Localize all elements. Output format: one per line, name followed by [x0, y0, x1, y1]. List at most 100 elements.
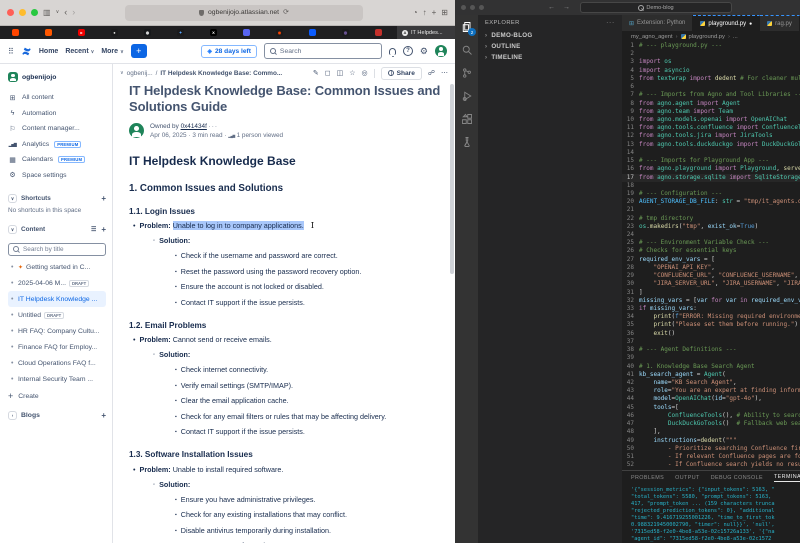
code-line[interactable]: 23 os.makedirs("tmp", exist_ok=True) [622, 223, 800, 231]
sidebar-item-automation[interactable]: ϟ Automation [8, 106, 106, 122]
code-line[interactable]: 37 [622, 338, 800, 346]
back-icon[interactable]: ‹ [64, 8, 67, 17]
content-section-header[interactable]: ∨ Content ☰ + [8, 223, 106, 236]
app-switcher-icon[interactable]: ⠿ [8, 47, 14, 56]
pinned-tab-favicon[interactable]: ✦ [177, 29, 184, 36]
search-icon[interactable] [460, 43, 473, 56]
panel-tab-output[interactable]: OUTPUT [675, 475, 700, 481]
help-icon[interactable]: ? [402, 46, 413, 56]
share-button[interactable]: Share [380, 66, 422, 80]
code-line[interactable]: 19 # --- Configuration --- [622, 190, 800, 198]
watch-icon[interactable]: ◎ [361, 69, 367, 77]
editor-breadcrumb[interactable]: my_agno_agent › playground.py › ... [622, 31, 800, 42]
code-line[interactable]: 20 AGENT_STORAGE_DB_FILE: str = "tmp/it_a… [622, 198, 800, 206]
sidebar-search-input[interactable]: Search by title [8, 243, 106, 256]
code-line[interactable]: 46 ConfluenceTools(), # Ability to searc… [622, 412, 800, 420]
sidebar-item-analytics[interactable]: ▂▅▇ Analytics PREMIUM [8, 137, 106, 153]
run-debug-icon[interactable] [460, 89, 473, 102]
editor-tab-playground-py[interactable]: playground.py ● [693, 15, 761, 31]
pinned-tab-favicon[interactable]: ◉ [276, 29, 283, 36]
code-line[interactable]: 44 model=OpenAIChat(id="gpt-4o"), [622, 395, 800, 403]
code-line[interactable]: 12 from agno.tools.jira import JiraTools [622, 132, 800, 140]
page-tree-item[interactable]: • Finance FAQ for Employ... [8, 339, 106, 355]
code-line[interactable]: 8 from agno.agent import Agent [622, 100, 800, 108]
explorer-more-icon[interactable]: ··· [606, 20, 615, 26]
sidebar-toggle-icon[interactable]: ▥ [43, 8, 51, 17]
problem-value[interactable]: Unable to log in to company applications… [172, 221, 304, 231]
code-line[interactable]: 39 [622, 354, 800, 362]
collapse-chevron-icon[interactable]: ∨ [120, 70, 124, 76]
add-content-icon[interactable]: + [101, 225, 106, 234]
code-line[interactable]: 48 ], [622, 428, 800, 436]
comment-icon[interactable]: ◻ [325, 69, 331, 77]
code-line[interactable]: 5 from textwrap import dedent # For clean… [622, 75, 800, 83]
page-tree-item[interactable]: • Cloud Operations FAQ f... [8, 355, 106, 371]
code-line[interactable]: 40 # 1. Knowledge Base Search Agent [622, 363, 800, 371]
panel-tab-terminal[interactable]: TERMINAL [773, 474, 800, 482]
view-count[interactable]: 1 person viewed [237, 132, 284, 139]
code-line[interactable]: 42 name="KB Search Agent", [622, 379, 800, 387]
pinned-tab-favicon[interactable]: ◍ [144, 29, 151, 36]
pinned-tab-favicon[interactable] [243, 29, 250, 36]
code-line[interactable]: 32 missing_vars = [var for var in require… [622, 297, 800, 305]
code-line[interactable]: 1 # --- playground.py --- [622, 42, 800, 50]
new-tab-icon[interactable]: + [432, 8, 437, 17]
pinned-tab-favicon[interactable]: X [210, 29, 217, 36]
code-line[interactable]: 38 # --- Agent Definitions --- [622, 346, 800, 354]
code-line[interactable]: 11 from agno.tools.confluence import Conf… [622, 124, 800, 132]
code-line[interactable]: 17 from agno.storage.sqlite import Sqlite… [622, 173, 800, 182]
sidebar-item-space-settings[interactable]: ⚙ Space settings [8, 168, 106, 184]
minimize-window-button[interactable] [19, 9, 26, 16]
create-button[interactable]: + [130, 44, 147, 58]
blogs-row[interactable]: › Blogs + [8, 407, 106, 423]
more-actions-icon[interactable]: ⋯ [441, 69, 448, 77]
sidebar-item-content-manager[interactable]: ⚐ Content manager... [8, 121, 106, 137]
tab-overview-icon[interactable]: ⊞ [441, 8, 448, 17]
notifications-icon[interactable] [388, 47, 396, 57]
minimize-window-button[interactable] [470, 5, 475, 10]
chevron-down-icon[interactable]: ∨ [8, 225, 17, 234]
page-tree-item[interactable]: • HR FAQ: Company Cultu... [8, 323, 106, 339]
forward-icon[interactable]: › [72, 8, 75, 17]
extensions-icon[interactable] [460, 112, 473, 125]
code-line[interactable]: 2 [622, 50, 800, 58]
filter-icon[interactable]: ☰ [91, 226, 96, 233]
page-tree-item[interactable]: • 2025-04-06 M... DRAFT [8, 275, 106, 291]
code-line[interactable]: 27 required_env_vars = [ [622, 256, 800, 264]
command-center[interactable]: Demo-blog [580, 2, 732, 13]
pinned-tab-favicon[interactable]: ● [111, 29, 118, 36]
code-line[interactable]: 24 [622, 231, 800, 239]
code-line[interactable]: 50 - Prioritize searching Confluence fir… [622, 445, 800, 453]
code-line[interactable]: 35 print("Please set them before running… [622, 321, 800, 329]
code-line[interactable]: 41 kb_search_agent = Agent( [622, 371, 800, 379]
code-line[interactable]: 13 from agno.tools.duckduckgo import Duck… [622, 141, 800, 149]
page-settings-icon[interactable]: ◔ [413, 8, 418, 17]
reload-icon[interactable]: ⟳ [283, 9, 289, 16]
link-icon[interactable]: ☍ [428, 69, 435, 77]
source-control-icon[interactable] [460, 66, 473, 79]
address-bar[interactable]: ogbenijojo.atlassian.net ⟳ [125, 4, 363, 21]
create-page-row[interactable]: + Create [8, 388, 106, 404]
edit-icon[interactable]: ✎ [313, 69, 319, 77]
profile-avatar[interactable] [435, 45, 447, 57]
breadcrumb-space[interactable]: ogbenij... [127, 70, 153, 77]
code-line[interactable]: 21 [622, 206, 800, 214]
testing-icon[interactable] [460, 135, 473, 148]
code-line[interactable]: 29 "CONFLUENCE_URL", "CONFLUENCE_USERNAM… [622, 272, 800, 280]
code-line[interactable]: 43 role="You are an expert at finding in… [622, 387, 800, 395]
code-line[interactable]: 4 import asyncio [622, 67, 800, 75]
nav-more[interactable]: More ∨ [101, 48, 123, 55]
panel-tab-problems[interactable]: PROBLEMS [631, 475, 664, 481]
explorer-section-outline[interactable]: › OUTLINE [478, 41, 622, 52]
add-blog-icon[interactable]: + [101, 411, 106, 420]
global-search-input[interactable]: Search [263, 43, 382, 59]
present-icon[interactable]: ◫ [337, 69, 344, 77]
panel-tab-debug-console[interactable]: DEBUG CONSOLE [711, 475, 763, 481]
code-line[interactable]: 34 print(f"ERROR: Missing required envir… [622, 313, 800, 321]
code-line[interactable]: 3 import os [622, 58, 800, 66]
nav-home[interactable]: Home [39, 48, 58, 55]
trial-badge[interactable]: ◈ 28 days left [201, 44, 257, 58]
code-line[interactable]: 18 [622, 182, 800, 190]
code-line[interactable]: 45 tools=[ [622, 404, 800, 412]
page-tree-item[interactable]: • Internal Security Team ... [8, 371, 106, 387]
